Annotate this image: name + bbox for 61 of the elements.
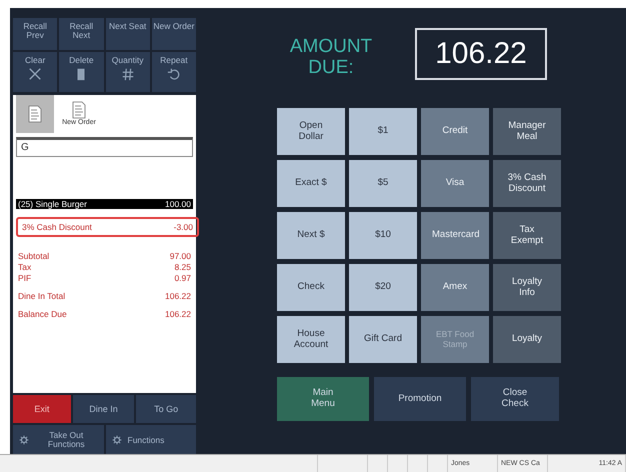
order-input-field[interactable]: G [16, 136, 193, 157]
payment-button[interactable]: $10 [349, 212, 417, 259]
line-name: Balance Due [18, 308, 67, 319]
order-item-row[interactable]: (25) Single Burger 100.00 [16, 198, 193, 209]
payment-button[interactable]: Loyalty Info [493, 264, 561, 311]
payment-button[interactable]: Next $ [277, 212, 345, 259]
receipt-icon [72, 101, 86, 120]
payment-button[interactable]: Open Dollar [277, 108, 345, 155]
line-name: Tax [18, 262, 32, 272]
amount-due-value: 106.22 [415, 28, 547, 80]
undo-icon [166, 67, 181, 82]
toolbar-button[interactable]: Next Seat [106, 18, 150, 50]
payment-button[interactable]: $20 [349, 264, 417, 311]
action-button[interactable]: Main Menu [277, 377, 369, 421]
line-amount: 106.22 [165, 308, 191, 319]
payment-button[interactable]: Visa [421, 160, 489, 207]
line-amount: 0.97 [174, 272, 191, 283]
payment-button[interactable]: Mastercard [421, 212, 489, 259]
payment-button[interactable]: Gift Card [349, 316, 417, 363]
line-amount: 100.00 [165, 198, 191, 209]
toolbar-button[interactable]: Recall Prev [13, 18, 58, 50]
line-name: Dine In Total [18, 290, 66, 301]
payment-button[interactable]: $1 [349, 108, 417, 155]
toolbar-button[interactable]: New Order [152, 18, 196, 50]
functions-button[interactable]: Take Out Functions [13, 425, 104, 455]
gear-icon [112, 435, 122, 446]
payment-button[interactable]: Credit [421, 108, 489, 155]
toolbar-button[interactable]: Quantity [106, 52, 150, 92]
line-amount: 106.22 [165, 290, 191, 301]
payment-button[interactable]: Check [277, 264, 345, 311]
payment-button[interactable]: Amex [421, 264, 489, 311]
payment-button[interactable]: House Account [277, 316, 345, 363]
order-type-button[interactable]: Dine In [72, 395, 134, 424]
line-name: Subtotal [18, 250, 50, 261]
payment-button[interactable]: 3% Cash Discount [493, 160, 561, 207]
line-amount: 8.25 [174, 262, 191, 272]
line-name: (25) Single Burger [18, 198, 87, 209]
toolbar-button[interactable]: Recall Next [59, 18, 104, 50]
order-tab[interactable] [16, 94, 54, 133]
action-button[interactable]: Close Check [471, 377, 559, 421]
amount-due-label: AMOUNT DUE: [288, 37, 374, 79]
close-icon [28, 67, 42, 82]
payment-button[interactable]: Exact $ [277, 160, 345, 207]
payment-button[interactable]: Tax Exempt [493, 212, 561, 259]
line-amount: -3.00 [174, 222, 193, 232]
order-type-button[interactable]: To Go [136, 395, 196, 424]
line-name: 3% Cash Discount [22, 222, 92, 232]
receipt-icon [28, 104, 42, 123]
hash-icon [120, 67, 135, 82]
payment-button[interactable]: $5 [349, 160, 417, 207]
toolbar-button[interactable]: Repeat [152, 52, 196, 92]
gear-icon [19, 435, 29, 446]
toolbar-button[interactable]: Delete [59, 52, 104, 92]
toolbar-button[interactable]: Clear [13, 52, 58, 92]
action-button[interactable]: Promotion [374, 377, 466, 421]
payment-button[interactable]: Loyalty [493, 316, 561, 363]
line-name: PIF [18, 272, 32, 283]
line-amount: 97.00 [170, 250, 191, 261]
payment-button[interactable]: Manager Meal [493, 108, 561, 155]
functions-button[interactable]: Functions [106, 425, 196, 455]
order-type-button[interactable]: Exit [13, 395, 71, 424]
